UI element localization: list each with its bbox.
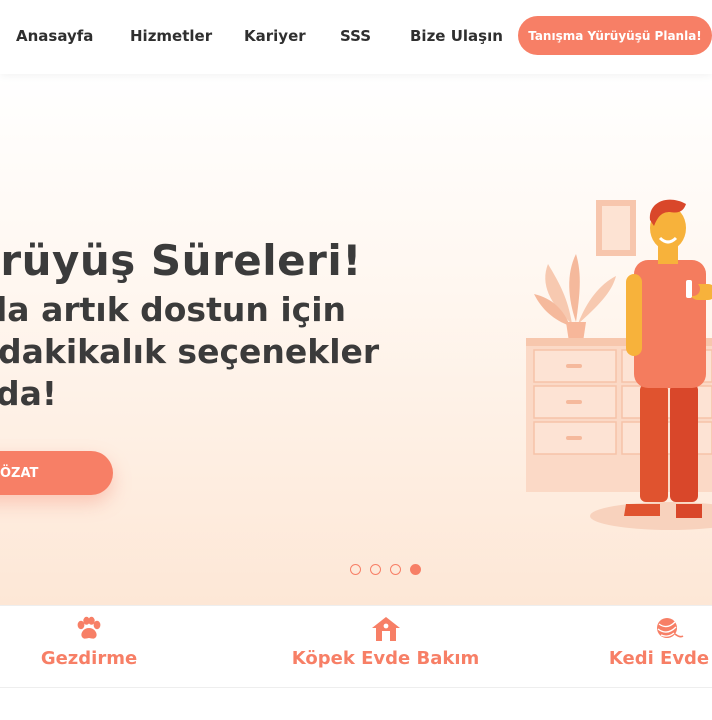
nav-contact-link[interactable]: Bize Ulaşın — [410, 27, 503, 45]
top-navigation: Anasayfa Hizmetler Kariyer SSS Bize Ulaş… — [0, 0, 712, 74]
house-icon — [371, 617, 400, 641]
service-walking-label: Gezdirme — [40, 648, 138, 669]
man-checking-watch-illustration — [526, 199, 712, 530]
hero-subtitle-line-1: la artık dostun için — [0, 290, 346, 329]
nav-faq-link[interactable]: SSS — [340, 27, 371, 45]
yarn-ball-icon — [657, 618, 684, 638]
slider-dot-4[interactable] — [410, 564, 421, 575]
hero-cta-label: ÖZAT — [0, 465, 39, 481]
service-walking[interactable]: Gezdirme — [41, 616, 137, 669]
service-cat-home-care[interactable]: Kedi Evde B — [599, 616, 712, 669]
slider-pagination — [350, 564, 421, 575]
slider-dot-1[interactable] — [350, 564, 361, 575]
hero-subtitle-line-3: da! — [0, 374, 57, 413]
hero-title: ürüyüş Süreleri! — [0, 236, 362, 285]
service-dog-home-care[interactable]: Köpek Evde Bakım — [291, 616, 480, 669]
paw-icon — [77, 616, 101, 639]
nav-services-link[interactable]: Hizmetler — [130, 27, 212, 45]
slider-dot-3[interactable] — [390, 564, 401, 575]
services-bar: Gezdirme Köpek Evde Bakım Kedi Evde B — [0, 605, 712, 688]
service-cat-home-care-label: Kedi Evde B — [608, 648, 712, 669]
nav-home-link[interactable]: Anasayfa — [16, 27, 93, 45]
nav-careers-link[interactable]: Kariyer — [244, 27, 306, 45]
service-dog-home-care-label: Köpek Evde Bakım — [291, 648, 480, 669]
hero-subtitle-line-2: dakikalık seçenekler — [0, 332, 380, 371]
hero-cta-button[interactable]: ÖZAT — [0, 451, 113, 495]
hero-slider: ürüyüş Süreleri! la artık dostun için da… — [0, 74, 712, 605]
plan-intro-walk-button[interactable]: Tanışma Yürüyüşü Planla! — [518, 16, 712, 55]
slider-dot-2[interactable] — [370, 564, 381, 575]
